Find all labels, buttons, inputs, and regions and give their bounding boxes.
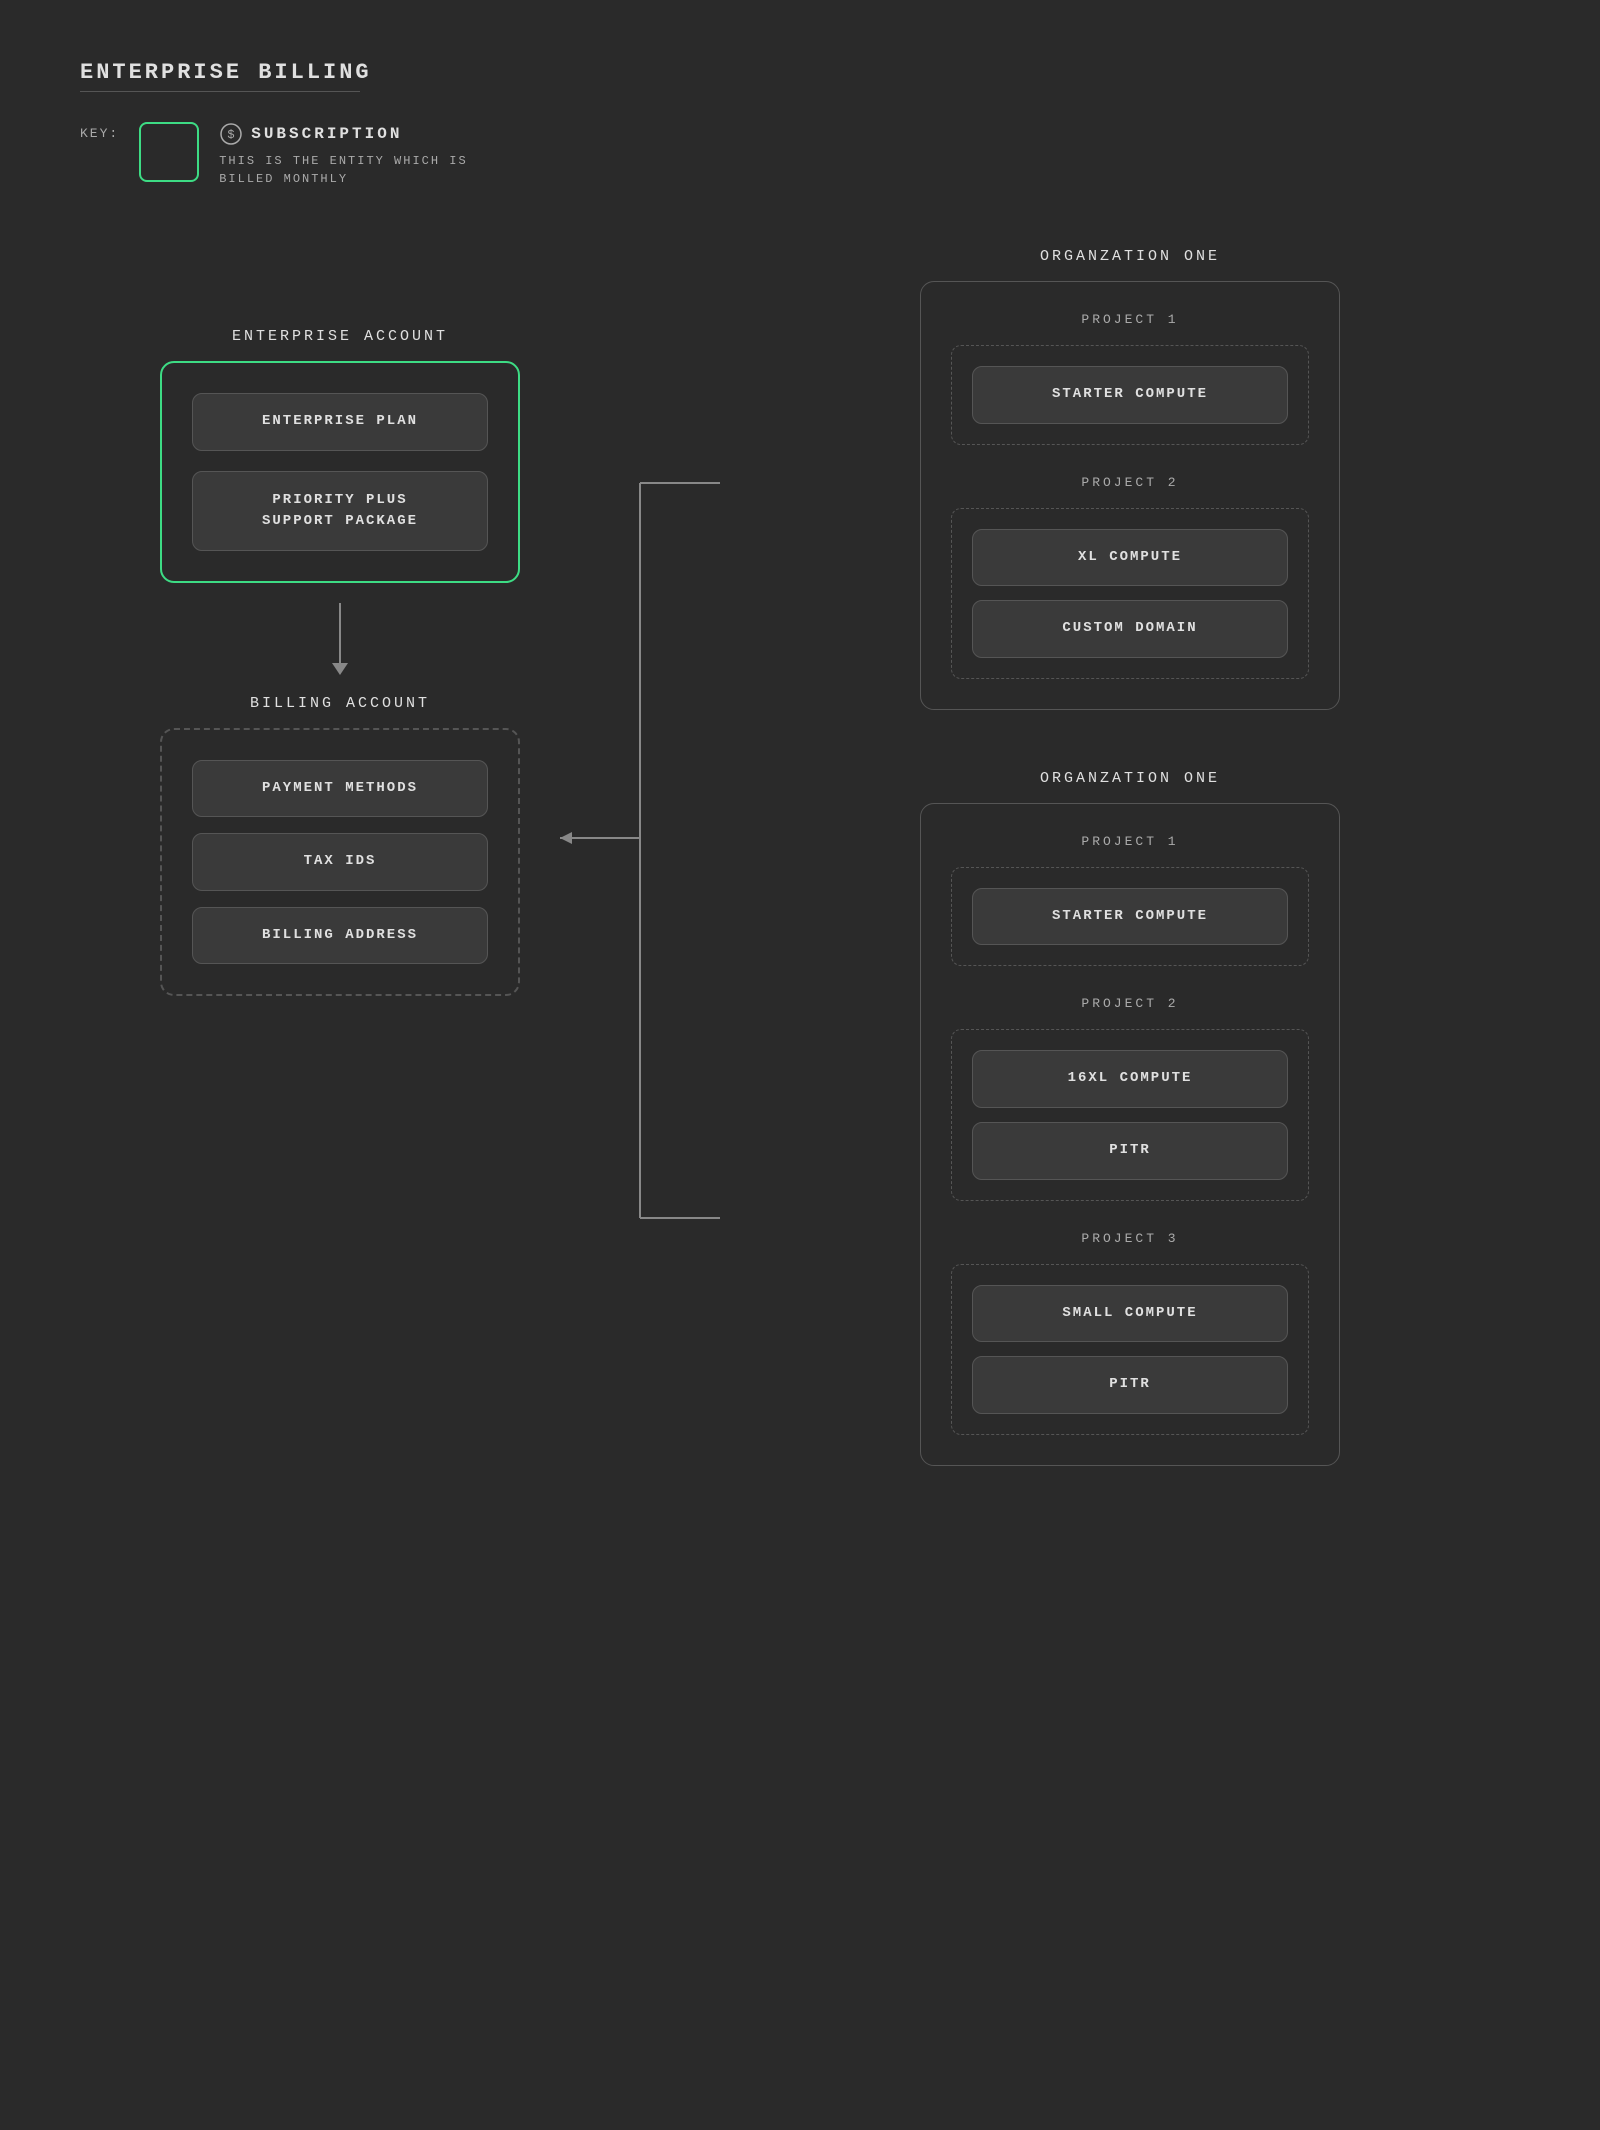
org2-p1-starter-compute[interactable]: STARTER COMPUTE [972,888,1288,946]
org1-p2-xl-compute[interactable]: XL COMPUTE [972,529,1288,587]
org2-box: PROJECT 1 STARTER COMPUTE PROJECT 2 16XL… [920,803,1340,1466]
org1-project1: PROJECT 1 STARTER COMPUTE [951,312,1309,445]
org2-project2-box: 16XL COMPUTE PITR [951,1029,1309,1200]
org1-label: ORGANZATION ONE [1040,248,1220,265]
subscription-key-box [139,122,199,182]
priority-support-button[interactable]: PRIORITY PLUSSUPPORT PACKAGE [192,471,488,551]
left-column: ENTERPRISE ACCOUNT ENTERPRISE PLAN PRIOR… [80,248,600,1466]
org2-p2-pitr[interactable]: PITR [972,1122,1288,1180]
org2-project1-label: PROJECT 1 [951,834,1309,849]
key-label: KEY: [80,126,119,141]
key-subtitle-text: THIS IS THE ENTITY WHICH ISBILLED MONTHL… [219,152,467,188]
org1-project2-label: PROJECT 2 [951,475,1309,490]
org2-project2-label: PROJECT 2 [951,996,1309,1011]
key-description: $ SUBSCRIPTION THIS IS THE ENTITY WHICH … [219,122,467,188]
org2-project3-box: SMALL COMPUTE PITR [951,1264,1309,1435]
enterprise-account-label: ENTERPRISE ACCOUNT [232,328,448,345]
enterprise-account-box: ENTERPRISE PLAN PRIORITY PLUSSUPPORT PAC… [160,361,520,583]
tax-ids-button[interactable]: TAX IDS [192,833,488,891]
org2-project1: PROJECT 1 STARTER COMPUTE [951,834,1309,967]
arrow-head [332,663,348,675]
org2-project2: PROJECT 2 16XL COMPUTE PITR [951,996,1309,1200]
org2-p2-16xl-compute[interactable]: 16XL COMPUTE [972,1050,1288,1108]
page-container: ENTERPRISE BILLING KEY: $ SUBSCRIPTION T… [0,0,1600,2130]
key-section: KEY: $ SUBSCRIPTION THIS IS THE ENTITY W… [80,122,1520,188]
org2-project1-box: STARTER COMPUTE [951,867,1309,967]
org2-project3-label: PROJECT 3 [951,1231,1309,1246]
org2-label: ORGANZATION ONE [1040,770,1220,787]
key-title-row: $ SUBSCRIPTION [219,122,467,146]
org2-p3-small-compute[interactable]: SMALL COMPUTE [972,1285,1288,1343]
title-underline [80,91,360,92]
org1-box: PROJECT 1 STARTER COMPUTE PROJECT 2 XL C… [920,281,1340,710]
billing-address-button[interactable]: BILLING ADDRESS [192,907,488,965]
arrow-down [332,603,348,675]
page-title: ENTERPRISE BILLING [80,60,1520,85]
key-title-text: SUBSCRIPTION [251,125,402,143]
enterprise-plan-button[interactable]: ENTERPRISE PLAN [192,393,488,451]
org1-project2-box: XL COMPUTE CUSTOM DOMAIN [951,508,1309,679]
subscription-icon: $ [219,122,243,146]
org2-section: ORGANZATION ONE PROJECT 1 STARTER COMPUT… [740,770,1520,1466]
org1-section: ORGANZATION ONE PROJECT 1 STARTER COMPUT… [740,248,1520,710]
org1-p1-starter-compute[interactable]: STARTER COMPUTE [972,366,1288,424]
arrow-line [339,603,341,663]
org1-project1-box: STARTER COMPUTE [951,345,1309,445]
org1-project2: PROJECT 2 XL COMPUTE CUSTOM DOMAIN [951,475,1309,679]
org2-p3-pitr[interactable]: PITR [972,1356,1288,1414]
svg-text:$: $ [228,128,235,142]
main-layout: ENTERPRISE ACCOUNT ENTERPRISE PLAN PRIOR… [80,248,1520,1466]
right-column: ORGANZATION ONE PROJECT 1 STARTER COMPUT… [600,248,1520,1466]
org2-project3: PROJECT 3 SMALL COMPUTE PITR [951,1231,1309,1435]
org1-project1-label: PROJECT 1 [951,312,1309,327]
billing-account-label: BILLING ACCOUNT [250,695,430,712]
payment-methods-button[interactable]: PAYMENT METHODS [192,760,488,818]
billing-account-box: PAYMENT METHODS TAX IDS BILLING ADDRESS [160,728,520,997]
org1-p2-custom-domain[interactable]: CUSTOM DOMAIN [972,600,1288,658]
